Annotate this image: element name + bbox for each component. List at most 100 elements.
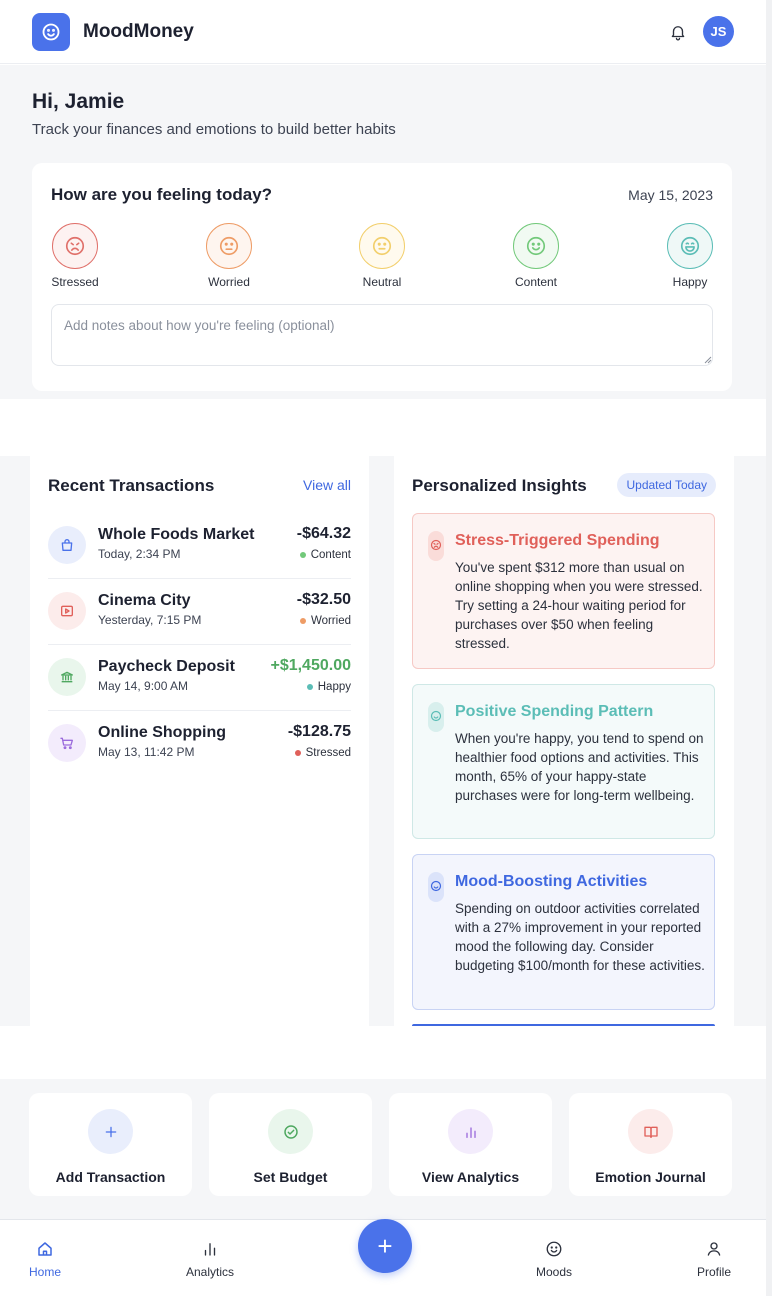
transaction-amount: -$64.32 — [296, 525, 351, 542]
view-analytics-button[interactable]: View Analytics — [389, 1093, 552, 1196]
mood-checkin-date: May 15, 2023 — [628, 187, 713, 203]
transaction-mood: Worried — [299, 615, 351, 627]
transaction-time: Today, 2:34 PM — [98, 547, 181, 561]
app-header: MoodMoney JS — [0, 0, 766, 64]
mood-notes-input[interactable] — [51, 304, 713, 366]
view-all-link[interactable]: View all — [303, 477, 351, 493]
add-fab-button[interactable]: + — [358, 1219, 412, 1273]
user-avatar[interactable]: JS — [703, 16, 734, 47]
mood-checkin-title: How are you feeling today? — [51, 185, 273, 204]
nav-label: Home — [28, 1265, 61, 1279]
bank-icon — [48, 658, 86, 696]
transaction-mood-label: Happy — [317, 681, 351, 693]
greeting-subtitle: Track your finances and emotions to buil… — [32, 121, 396, 138]
nav-moods[interactable]: Moods — [514, 1240, 594, 1279]
transaction-name: Paycheck Deposit — [98, 658, 235, 675]
action-label: Set Budget — [253, 1169, 328, 1185]
transaction-time: Yesterday, 7:15 PM — [98, 613, 202, 627]
transaction-amount: -$32.50 — [296, 591, 351, 608]
mood-option-label: Neutral — [362, 275, 402, 289]
transaction-name: Online Shopping — [98, 724, 226, 741]
mood-option-happy[interactable]: Happy — [650, 223, 730, 289]
smile-icon — [428, 872, 444, 902]
cart-icon — [48, 724, 86, 762]
bar-chart-icon — [448, 1109, 493, 1154]
frown-icon — [52, 223, 98, 269]
nav-label: Moods — [535, 1265, 573, 1279]
transaction-mood: Happy — [306, 681, 351, 693]
quick-actions: Add Transaction Set Budget View Analytic… — [0, 1079, 766, 1219]
dashboard-middle: Recent Transactions View all Whole Foods… — [0, 456, 766, 1026]
mood-option-neutral[interactable]: Neutral — [342, 223, 422, 289]
app-name: MoodMoney — [83, 20, 194, 42]
page-scrollbar[interactable] — [766, 0, 772, 1296]
check-circle-icon — [268, 1109, 313, 1154]
insights-title: Personalized Insights — [412, 476, 587, 495]
insight-card-partial — [412, 1024, 715, 1026]
book-icon — [628, 1109, 673, 1154]
insight-title: Positive Spending Pattern — [455, 703, 654, 720]
dashboard-top: Hi, Jamie Track your finances and emotio… — [0, 65, 766, 399]
insight-card[interactable]: Mood-Boosting Activities Spending on out… — [412, 854, 715, 1010]
smile-icon — [513, 223, 559, 269]
emotion-journal-button[interactable]: Emotion Journal — [569, 1093, 732, 1196]
mood-option-stressed[interactable]: Stressed — [35, 223, 115, 289]
app-logo[interactable] — [32, 12, 70, 51]
add-transaction-button[interactable]: Add Transaction — [29, 1093, 192, 1196]
insight-text: When you're happy, you tend to spend on … — [455, 731, 704, 803]
film-icon — [48, 592, 86, 630]
transaction-row[interactable]: Cinema City Yesterday, 7:15 PM -$32.50 W… — [48, 579, 351, 645]
mood-option-label: Content — [514, 275, 558, 289]
personalized-insights-panel: Personalized Insights Updated Today Stre… — [394, 456, 734, 1026]
transaction-mood: Content — [299, 549, 351, 561]
nav-label: Profile — [696, 1265, 731, 1279]
updated-badge: Updated Today — [617, 473, 716, 497]
action-label: View Analytics — [421, 1169, 520, 1185]
home-icon — [38, 1242, 52, 1256]
nav-profile[interactable]: Profile — [674, 1240, 754, 1279]
transaction-name: Cinema City — [98, 592, 191, 609]
notifications-bell-icon[interactable] — [667, 21, 689, 43]
laugh-icon — [667, 223, 713, 269]
transaction-amount: -$128.75 — [287, 723, 351, 740]
nav-analytics[interactable]: Analytics — [170, 1240, 250, 1279]
mood-option-content[interactable]: Content — [496, 223, 576, 289]
resize-grip-icon[interactable] — [704, 356, 712, 364]
frown-icon — [428, 531, 444, 561]
mood-option-worried[interactable]: Worried — [189, 223, 269, 289]
user-icon — [707, 1242, 721, 1256]
action-label: Emotion Journal — [595, 1169, 706, 1185]
insight-text: You've spent $312 more than usual on onl… — [455, 560, 703, 651]
insight-card[interactable]: Positive Spending Pattern When you're ha… — [412, 684, 715, 839]
nav-label: Analytics — [185, 1265, 235, 1279]
smile-icon — [546, 1241, 562, 1257]
smile-icon — [42, 23, 60, 40]
mood-dot — [299, 552, 306, 558]
mood-option-label: Stressed — [51, 275, 99, 289]
plus-icon — [88, 1109, 133, 1154]
transaction-mood: Stressed — [294, 747, 351, 759]
nav-home[interactable]: Home — [5, 1240, 85, 1279]
transaction-row[interactable]: Paycheck Deposit May 14, 9:00 AM +$1,450… — [48, 645, 351, 711]
transaction-row[interactable]: Whole Foods Market Today, 2:34 PM -$64.3… — [48, 513, 351, 579]
mood-option-label: Happy — [672, 275, 708, 289]
transaction-amount: +$1,450.00 — [270, 657, 351, 674]
neutral-face-icon — [359, 223, 405, 269]
mood-dot — [306, 684, 313, 690]
recent-transactions-panel: Recent Transactions View all Whole Foods… — [30, 456, 369, 1026]
greeting-title: Hi, Jamie — [32, 90, 125, 113]
insight-title: Mood-Boosting Activities — [455, 873, 648, 890]
transaction-row[interactable]: Online Shopping May 13, 11:42 PM -$128.7… — [48, 711, 351, 777]
mood-dot — [294, 750, 301, 756]
shopping-bag-icon — [48, 526, 86, 564]
set-budget-button[interactable]: Set Budget — [209, 1093, 372, 1196]
mood-dot — [299, 618, 306, 624]
insight-title: Stress-Triggered Spending — [455, 532, 660, 549]
insight-text: Spending on outdoor activities correlate… — [455, 901, 705, 973]
transactions-title: Recent Transactions — [48, 476, 215, 495]
mood-option-label: Worried — [208, 275, 250, 289]
bottom-nav: Home Analytics + Moods Profile — [0, 1219, 766, 1296]
insight-card[interactable]: Stress-Triggered Spending You've spent $… — [412, 513, 715, 669]
transaction-time: May 14, 9:00 AM — [98, 679, 189, 693]
mood-checkin-card: How are you feeling today? May 15, 2023 … — [32, 163, 732, 391]
